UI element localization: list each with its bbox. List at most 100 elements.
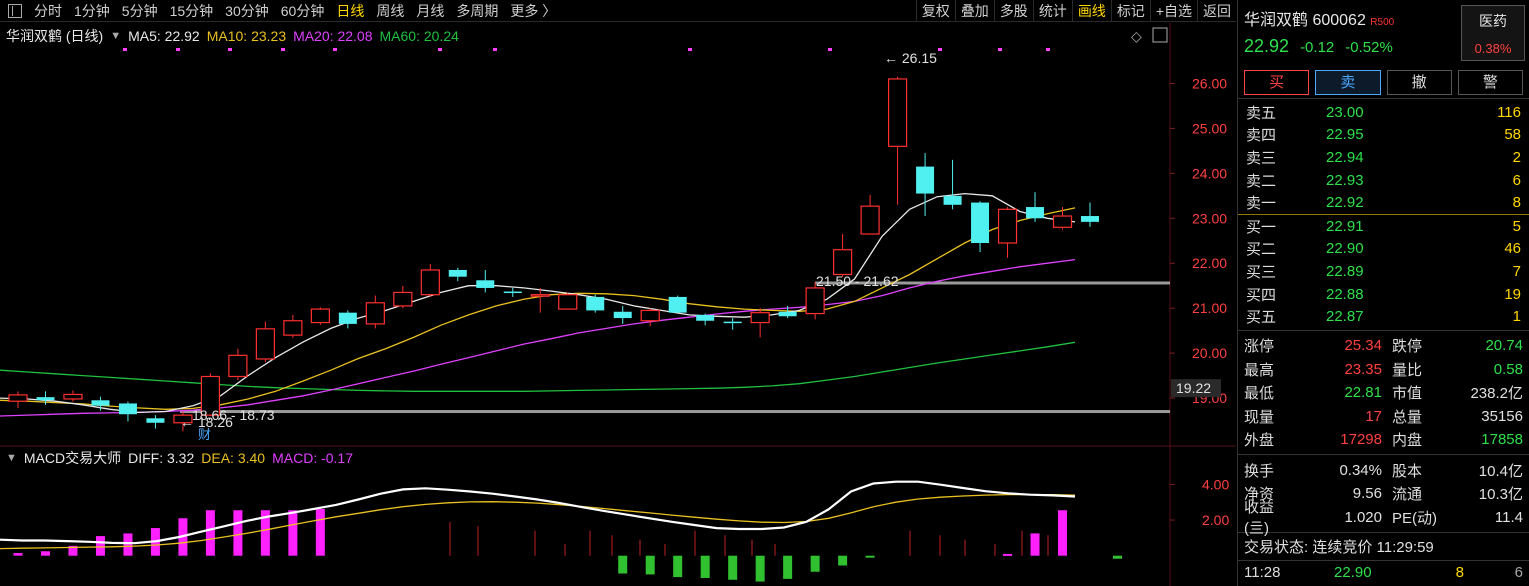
industry-box[interactable]: 医药 0.38%: [1461, 5, 1525, 61]
candle-body: [420, 269, 440, 296]
period-tab-8[interactable]: 月线: [410, 1, 450, 21]
macd-bar: [865, 555, 875, 558]
period-tab-5[interactable]: 60分钟: [275, 1, 331, 21]
candle-body: [778, 311, 797, 317]
bid-row-2[interactable]: 买三 22.89 7: [1238, 260, 1529, 283]
period-tab-7[interactable]: 周线: [370, 1, 410, 21]
action-button-5[interactable]: 标记: [1110, 0, 1150, 22]
action-button-3[interactable]: 统计: [1032, 0, 1072, 22]
macd-bar: [123, 533, 133, 556]
macd-bar: [13, 553, 23, 556]
period-tab-4[interactable]: 30分钟: [219, 1, 275, 21]
stat-row: 最高 23.35 量比 0.58: [1238, 357, 1529, 381]
candle-body: [503, 291, 522, 294]
action-button-7[interactable]: 返回: [1197, 0, 1236, 22]
legend-collapse-icon[interactable]: ▼: [110, 30, 121, 42]
period-tab-2[interactable]: 5分钟: [116, 1, 164, 21]
candle-body: [393, 291, 413, 307]
macd-bar: [1058, 510, 1068, 556]
sidebar-toggle-icon[interactable]: [8, 3, 22, 18]
stat-k: 最高: [1244, 361, 1275, 379]
cai-marker: 财: [198, 427, 211, 442]
event-marker: [938, 48, 942, 51]
period-tab-6[interactable]: 日线: [330, 1, 370, 21]
ma-legend: 华润双鹤 (日线) ▼ MA5: 22.92 MA10: 23.23 MA20:…: [6, 26, 459, 46]
sell-button[interactable]: 卖: [1315, 70, 1381, 95]
stat-v2: 35156: [1481, 407, 1523, 425]
candle-body: [338, 312, 357, 324]
order-book: 卖五 23.00 116 卖四 22.95 58 卖三 22.94 2 卖二 22.93 6 卖一 22.…: [1238, 98, 1529, 330]
stock-name-text: 华润双鹤 600062: [1244, 12, 1366, 29]
action-button-2[interactable]: 多股: [993, 0, 1033, 22]
order-price: 23.00: [1326, 103, 1364, 121]
macd-tick-label: 2.00: [1202, 512, 1229, 528]
stat-v: 17: [1365, 407, 1382, 425]
bid-row-0[interactable]: 买一 22.91 5: [1238, 215, 1529, 238]
period-tab-1[interactable]: 1分钟: [68, 1, 116, 21]
stat-v: 1.020: [1344, 508, 1382, 526]
spread-divider: [1238, 213, 1529, 215]
candle-body: [833, 249, 853, 276]
order-vol: 116: [1497, 103, 1521, 121]
candle-body: [887, 78, 908, 147]
period-tabs: 分时 1分钟 5分钟 15分钟 30分钟 60分钟 日线 周线 月线 多周期 更多 〉: [0, 0, 562, 22]
bid-row-1[interactable]: 买二 22.90 46: [1238, 238, 1529, 261]
order-price: 22.93: [1326, 171, 1364, 189]
y-tick-label: 23.00: [1192, 210, 1227, 226]
action-button-4[interactable]: 画线: [1071, 0, 1111, 22]
macd-bar: [810, 555, 820, 572]
action-button-6[interactable]: +自选: [1149, 0, 1197, 22]
cancel-order-button[interactable]: 撤: [1386, 70, 1452, 95]
candle-body: [365, 302, 385, 325]
ask-row-0[interactable]: 卖五 23.00 116: [1238, 101, 1529, 124]
macd-bar: [95, 536, 105, 556]
candle-body: [696, 314, 715, 321]
period-tab-9[interactable]: 多周期: [450, 1, 504, 21]
ma10-line: [0, 207, 1076, 410]
period-tab-10[interactable]: 更多 〉: [504, 1, 562, 21]
ask-row-4[interactable]: 卖一 22.92 8: [1238, 191, 1529, 214]
action-button-1[interactable]: 叠加: [954, 0, 994, 22]
bid-row-4[interactable]: 买五 22.87 1: [1238, 305, 1529, 328]
ask-row-1[interactable]: 卖四 22.95 58: [1238, 124, 1529, 147]
buy-button[interactable]: 买: [1244, 70, 1310, 95]
candle-body: [997, 208, 1018, 244]
support-line-low: [180, 410, 1170, 414]
period-tab-0[interactable]: 分时: [28, 1, 68, 21]
order-label: 卖二: [1246, 172, 1277, 190]
stat-v2: 20.74: [1485, 337, 1523, 355]
bid-row-3[interactable]: 买四 22.88 19: [1238, 283, 1529, 306]
diff-line: [0, 480, 1076, 545]
period-tab-3[interactable]: 15分钟: [164, 1, 220, 21]
stat-row: 收益(亖) 1.020 PE(动) 11.4: [1238, 499, 1529, 537]
candle-body: [916, 166, 935, 194]
candle-body: [63, 393, 83, 400]
stat-k: 收益(亖): [1244, 499, 1275, 538]
alert-button[interactable]: 警: [1457, 70, 1523, 95]
industry-change: 0.38%: [1474, 41, 1512, 56]
ask-row-2[interactable]: 卖三 22.94 2: [1238, 146, 1529, 169]
ask-row-3[interactable]: 卖二 22.93 6: [1238, 169, 1529, 192]
candle-body: [558, 294, 578, 310]
macd-bar: [700, 555, 710, 578]
stat-v2: 0.58: [1493, 360, 1523, 378]
order-price: 22.90: [1326, 240, 1364, 258]
quote-header: 华润双鹤 600062 R500 22.92 -0.12 -0.52% 医药 0…: [1238, 0, 1529, 64]
order-label: 买五: [1246, 309, 1277, 327]
candle-body: [310, 308, 330, 324]
chart-area[interactable]: 26.00 25.00 24.00 23.00 22.00 21.00 20.00 19.00…: [0, 23, 1236, 586]
order-label: 卖五: [1246, 104, 1277, 122]
tick-count: 6: [1514, 563, 1523, 581]
stat-k: 换手: [1244, 462, 1275, 480]
action-button-0[interactable]: 复权: [915, 0, 955, 22]
candle-body: [860, 205, 880, 235]
kline-chart[interactable]: 26.0025.0024.0023.0022.0021.0020.0019.00…: [0, 23, 1236, 586]
stat-row: 最低 22.81 市值 238.2亿: [1238, 381, 1529, 405]
stat-k: 最低: [1244, 385, 1275, 403]
macd-collapse-icon[interactable]: ▼: [6, 452, 17, 464]
order-vol: 7: [1512, 262, 1521, 280]
tick-time: 11:28: [1244, 563, 1281, 581]
order-price: 22.87: [1326, 308, 1364, 326]
candle-body: [476, 280, 495, 288]
stat-v2: 238.2亿: [1470, 385, 1523, 403]
